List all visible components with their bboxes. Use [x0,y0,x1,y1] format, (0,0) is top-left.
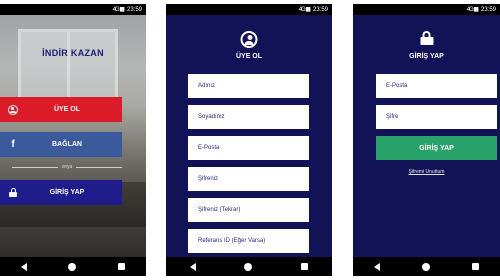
login-submit-button[interactable]: GİRİŞ YAP [376,136,497,160]
or-label: veya [61,164,73,170]
home-icon[interactable] [422,262,430,271]
password-field[interactable]: Şifreniz [188,167,309,191]
home-screen: 4G ▮▮ 23:59 İNDİR KAZAN ÜYE OL f BAĞLAN … [0,4,146,276]
user-circle-icon [0,104,26,115]
status-time: 23:59 [480,6,496,13]
status-bar: 4G ▮▮ 23:59 [0,4,146,15]
nav-bar [166,257,332,276]
facebook-connect-button[interactable]: f BAĞLAN [0,132,122,157]
lock-icon [0,188,26,197]
or-divider: veya [12,164,122,170]
divider-line-left [12,166,58,168]
signal-indicator: 4G ▮▮ [112,7,125,13]
recent-apps-icon[interactable] [118,263,126,270]
divider-line-right [76,166,122,168]
recent-apps-icon[interactable] [472,263,479,270]
register-title: ÜYE OL [235,53,263,60]
user-circle-icon [240,31,258,48]
signal-indicator: 4G ▮▮ [298,7,311,13]
nav-bar [0,257,146,276]
login-button[interactable]: GİRİŞ YAP [0,180,122,205]
login-button-label: GİRİŞ YAP [49,189,85,196]
connect-button-label: BAĞLAN [52,141,82,148]
email-field[interactable]: E-Posta [188,136,309,160]
background-window [18,29,118,101]
register-button-label: ÜYE OL [53,106,81,113]
back-icon[interactable] [20,262,27,271]
status-time: 23:59 [126,6,142,13]
lock-icon [420,31,433,45]
first-name-field[interactable]: Adınız [188,74,309,98]
nav-bar [353,257,500,276]
forgot-password-link[interactable]: Şifremi Unuttum [353,169,500,175]
register-button[interactable]: ÜYE OL [0,97,122,122]
login-title: GİRİŞ YAP [409,53,444,60]
home-icon[interactable] [244,262,253,271]
app-title: İNDİR KAZAN [42,48,104,58]
email-field[interactable]: E-Posta [376,74,497,98]
last-name-field[interactable]: Soyadınız [188,105,309,129]
back-icon[interactable] [374,262,380,271]
home-icon[interactable] [68,262,77,271]
register-screen: 4G ▮▮ 23:59 ÜYE OL Adınız Soyadınız E-Po… [166,4,332,276]
login-screen: 4G ▮▮ 23:59 GİRİŞ YAP E-Posta Şifre GİRİ… [353,4,500,276]
back-icon[interactable] [190,262,197,271]
status-time: 23:59 [312,6,328,13]
password-repeat-field[interactable]: Şifreniz (Tekrar) [188,198,309,222]
status-bar: 4G ▮▮ 23:59 [166,4,332,15]
recent-apps-icon[interactable] [300,263,308,270]
password-field[interactable]: Şifre [376,105,497,129]
signal-indicator: 4G ▮▮ [466,7,479,13]
status-bar: 4G ▮▮ 23:59 [353,4,500,15]
facebook-icon: f [11,139,15,150]
referral-id-field[interactable]: Referans ID (Eğer Varsa) [188,229,309,253]
